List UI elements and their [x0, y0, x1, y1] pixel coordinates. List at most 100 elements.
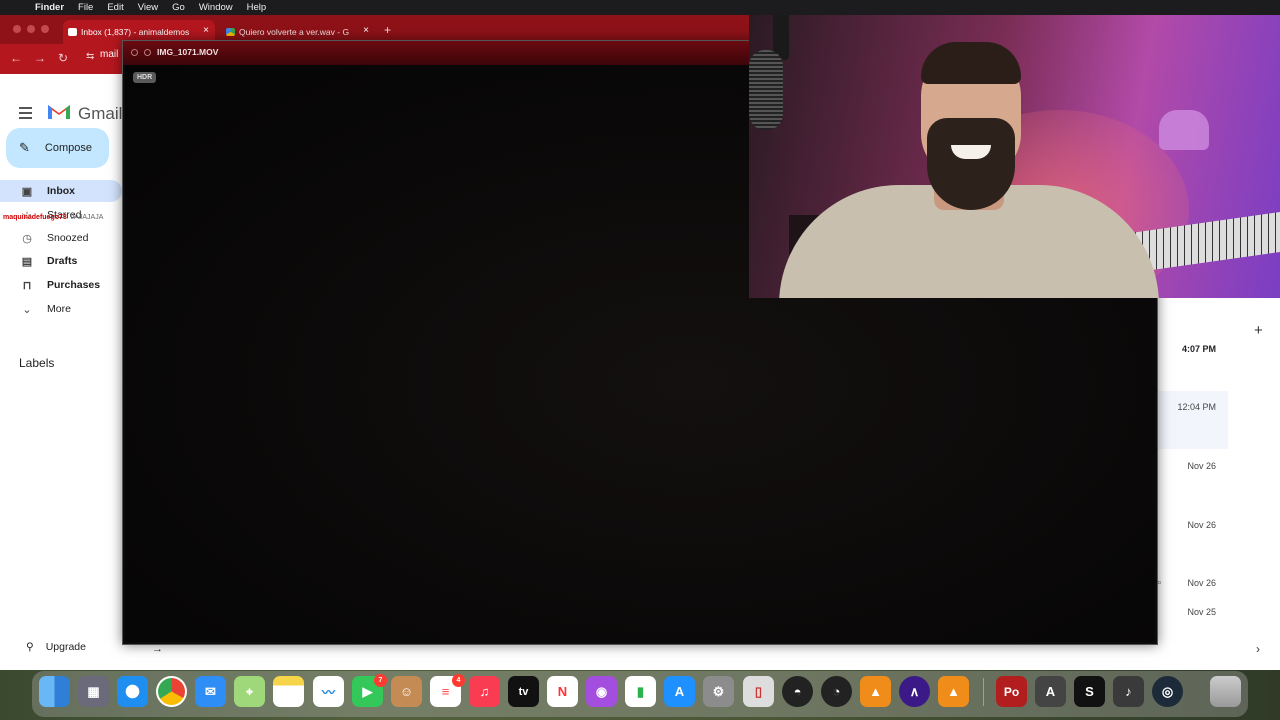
- apple-tv-icon[interactable]: tv: [508, 676, 539, 707]
- close-video-button[interactable]: [131, 49, 138, 56]
- ua-console-icon[interactable]: ◓: [782, 676, 813, 707]
- app-store-icon[interactable]: A: [664, 676, 695, 707]
- inbox-icon: ▣: [21, 185, 33, 198]
- mail-icon[interactable]: ✉: [195, 676, 226, 707]
- bag-icon: ⊓: [22, 279, 32, 292]
- notification-badge: 7: [374, 674, 387, 687]
- notes-icon[interactable]: [273, 676, 304, 707]
- menu-go[interactable]: Go: [172, 2, 185, 13]
- minimize-video-button[interactable]: [144, 49, 151, 56]
- forward-icon[interactable]: →: [34, 51, 46, 65]
- sidebar-item-purchases[interactable]: ⊓ Purchases: [0, 274, 122, 296]
- menu-app-name[interactable]: Finder: [35, 2, 64, 13]
- person-beard: [927, 118, 1015, 210]
- trash-icon[interactable]: [1210, 676, 1241, 707]
- lamp-shape: [1159, 110, 1209, 150]
- draft-icon: ▤: [21, 255, 33, 268]
- site-settings-icon[interactable]: ⇆: [86, 51, 94, 62]
- zoom-window-button[interactable]: [41, 25, 49, 33]
- menu-file[interactable]: File: [78, 2, 93, 13]
- news-icon[interactable]: N: [547, 676, 578, 707]
- menu-bar: Finder File Edit View Go Window Help: [0, 0, 1280, 15]
- upgrade-button[interactable]: ⚲ Upgrade: [26, 641, 86, 653]
- reload-icon[interactable]: ↻: [58, 51, 68, 65]
- email-time: 4:07 PM: [1181, 344, 1216, 354]
- sidebar-item-label: Drafts: [47, 255, 78, 267]
- sidebar-item-label: Snoozed: [47, 232, 89, 244]
- labels-heading: Labels: [19, 356, 55, 370]
- email-row-background: [1158, 391, 1228, 449]
- finder-icon[interactable]: [39, 676, 70, 707]
- podcasts-icon[interactable]: ◉: [586, 676, 617, 707]
- contacts-icon[interactable]: ☺: [391, 676, 422, 707]
- close-tab-icon[interactable]: ×: [363, 25, 369, 36]
- chevron-right-icon[interactable]: ›: [1256, 642, 1260, 656]
- close-tab-icon[interactable]: ×: [203, 25, 209, 36]
- sidebar-item-inbox[interactable]: ▣ Inbox: [0, 180, 122, 202]
- email-time: Nov 26: [1187, 461, 1216, 471]
- sidebar-item-label: Inbox: [47, 185, 75, 197]
- gmail-logo-icon: [48, 105, 70, 119]
- sidebar-item-snoozed[interactable]: ◷ Snoozed: [0, 227, 122, 249]
- new-tab-button[interactable]: +: [384, 23, 391, 37]
- pencil-icon: ✎: [19, 140, 30, 155]
- email-time: Nov 26: [1187, 520, 1216, 530]
- menu-view[interactable]: View: [138, 2, 158, 13]
- chevron-down-icon: ⌄: [22, 303, 32, 316]
- sidebar-item-label: Purchases: [47, 279, 101, 291]
- notification-badge: 4: [452, 674, 465, 687]
- upgrade-icon: ⚲: [26, 641, 34, 653]
- menu-window[interactable]: Window: [199, 2, 233, 13]
- pro-tools-icon[interactable]: ∧: [899, 676, 930, 707]
- launchpad-icon[interactable]: ▦: [78, 676, 109, 707]
- gmail-favicon-icon: [68, 28, 77, 36]
- ua-connect-icon[interactable]: ◔: [821, 676, 852, 707]
- back-icon[interactable]: ←: [10, 51, 22, 65]
- chrome-icon[interactable]: [156, 676, 187, 707]
- address-bar[interactable]: mail: [100, 49, 118, 60]
- fl-studio-icon[interactable]: ▲: [860, 676, 891, 707]
- menu-help[interactable]: Help: [247, 2, 267, 13]
- tab-title: Quiero volverte a ver.wav - G: [239, 27, 350, 37]
- add-icon[interactable]: +: [1254, 322, 1263, 339]
- freeform-icon[interactable]: 〰: [313, 676, 344, 707]
- numbers-icon[interactable]: ▮: [625, 676, 656, 707]
- upgrade-label: Upgrade: [45, 641, 86, 653]
- email-time: Nov 25: [1187, 607, 1216, 617]
- minimize-window-button[interactable]: [27, 25, 35, 33]
- chat-overlay: maquinadefuego73: JAJAJAJA: [3, 214, 103, 221]
- chat-message: : JAJAJAJA: [66, 214, 104, 221]
- close-window-button[interactable]: [13, 25, 21, 33]
- main-menu-icon[interactable]: [19, 107, 32, 122]
- menu-edit[interactable]: Edit: [107, 2, 123, 13]
- clock-icon: ◷: [22, 232, 32, 245]
- drive-favicon-icon: [226, 28, 235, 36]
- person-hair: [921, 42, 1021, 84]
- music-note-icon[interactable]: ♪: [1113, 676, 1144, 707]
- chat-username: maquinadefuego73: [3, 214, 67, 221]
- maps-icon[interactable]: ⌖: [234, 676, 265, 707]
- splice-icon[interactable]: S: [1074, 676, 1105, 707]
- email-time: 12:04 PM: [1177, 402, 1216, 412]
- apogee-icon[interactable]: A: [1035, 676, 1066, 707]
- dock-separator: [983, 678, 984, 706]
- system-settings-icon[interactable]: ⚙: [703, 676, 734, 707]
- aperture-icon[interactable]: ◎: [1152, 676, 1183, 707]
- compose-button[interactable]: ✎ Compose: [6, 128, 109, 168]
- pro-tools-launcher-icon[interactable]: Po: [996, 676, 1027, 707]
- music-icon[interactable]: ♫: [469, 676, 500, 707]
- video-title: IMG_1071.MOV: [157, 47, 219, 57]
- microphone-shape: [749, 50, 783, 130]
- fl-studio-alt-icon[interactable]: ▲: [938, 676, 969, 707]
- email-time: Nov 26: [1187, 578, 1216, 588]
- sidebar-item-label: More: [47, 303, 71, 315]
- iphone-mirroring-icon[interactable]: ▯: [743, 676, 774, 707]
- webcam-overlay: [749, 0, 1280, 298]
- sidebar-item-more[interactable]: ⌄ More: [0, 298, 122, 320]
- sidebar-item-drafts[interactable]: ▤ Drafts: [0, 250, 122, 272]
- hdr-badge: HDR: [133, 72, 157, 83]
- gmail-brand: Gmail: [78, 104, 123, 123]
- compose-label: Compose: [44, 142, 92, 154]
- tab-title: Inbox (1,837) - animaldemos: [81, 27, 190, 37]
- safari-icon[interactable]: [117, 676, 148, 707]
